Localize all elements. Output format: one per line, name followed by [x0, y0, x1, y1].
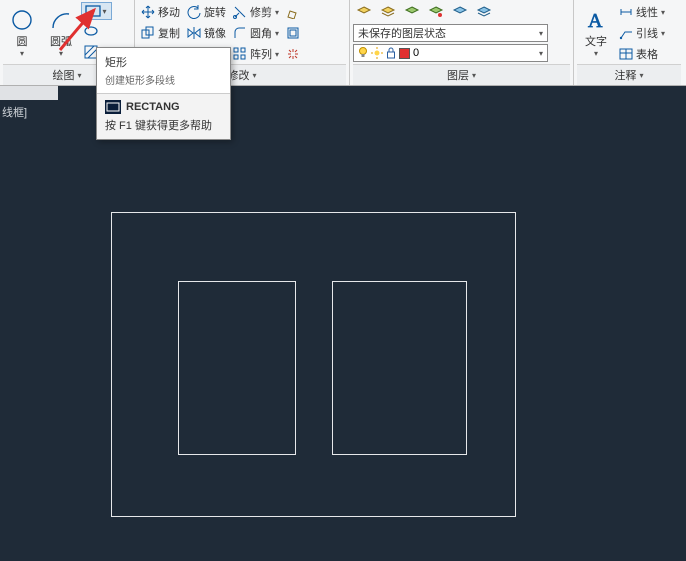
move-icon: [141, 5, 155, 19]
command-icon: [105, 100, 121, 114]
circle-label: 圆: [17, 33, 28, 49]
color-swatch: [399, 48, 410, 59]
fillet-icon: [233, 26, 247, 40]
arc-button[interactable]: 圆弧 ▾: [42, 2, 80, 64]
arc-label: 圆弧: [50, 33, 72, 49]
sun-icon: [371, 47, 383, 59]
linear-icon: [619, 5, 633, 19]
copy-icon: [141, 26, 155, 40]
shape-inner-rect-left: [178, 281, 296, 455]
arc-icon: [49, 8, 73, 32]
table-icon: [619, 47, 633, 61]
chevron-down-icon: ▾: [20, 49, 24, 58]
circle-button[interactable]: 圆 ▾: [3, 2, 41, 64]
copy-button[interactable]: 复制: [138, 23, 183, 43]
rectangle-button[interactable]: ▾: [81, 2, 112, 20]
lock-icon: [386, 47, 396, 59]
layer-btn5[interactable]: [449, 2, 471, 22]
fillet-button[interactable]: 圆角▾: [230, 23, 282, 43]
tooltip-desc: 创建矩形多段线: [105, 72, 222, 87]
layer-btn4[interactable]: [425, 2, 447, 22]
move-button[interactable]: 移动: [138, 2, 183, 22]
group-annotation: A 文字 ▾ 线性▾ 引线▾ 表格 注释▾: [574, 0, 684, 85]
leader-button[interactable]: 引线▾: [616, 23, 668, 43]
trim-icon: [233, 5, 247, 19]
chevron-down-icon: ▾: [101, 7, 108, 16]
group-label-layer[interactable]: 图层▾: [353, 64, 570, 85]
rectangle-icon: [85, 4, 101, 18]
ellipse-button[interactable]: [81, 21, 112, 41]
array-button[interactable]: 阵列▾: [230, 44, 282, 64]
modify-ext2[interactable]: [283, 23, 303, 43]
svg-text:A: A: [588, 10, 603, 32]
mirror-icon: [187, 26, 201, 40]
layer-btn1[interactable]: [353, 2, 375, 22]
circle-icon: [10, 8, 34, 32]
chevron-down-icon: ▾: [594, 49, 598, 58]
tooltip-title: 矩形: [105, 54, 222, 70]
modify-ext3[interactable]: [283, 44, 303, 64]
offset-icon: [286, 26, 300, 40]
tooltip-command: RECTANG: [126, 101, 180, 113]
layer-btn2[interactable]: [377, 2, 399, 22]
tooltip-popup: 矩形 创建矩形多段线 RECTANG 按 F1 键获得更多帮助: [96, 47, 231, 140]
shape-inner-rect-right: [332, 281, 467, 455]
trim-button[interactable]: 修剪▾: [230, 2, 282, 22]
bulb-icon: [358, 47, 368, 59]
layer-state-dropdown[interactable]: 未保存的图层状态▾: [353, 24, 548, 42]
rotate-icon: [187, 5, 201, 19]
ellipse-icon: [84, 24, 98, 38]
layer-btn3[interactable]: [401, 2, 423, 22]
text-button[interactable]: A 文字 ▾: [577, 2, 615, 64]
modify-ext1[interactable]: [283, 2, 303, 22]
rotate-button[interactable]: 旋转: [184, 2, 229, 22]
drawing-canvas[interactable]: 线框]: [0, 86, 686, 548]
leader-icon: [619, 26, 633, 40]
linear-dim-button[interactable]: 线性▾: [616, 2, 668, 22]
wireframe-label: 线框]: [2, 104, 27, 120]
mirror-button[interactable]: 镜像: [184, 23, 229, 43]
table-button[interactable]: 表格: [616, 44, 668, 64]
pencil-icon: [286, 5, 300, 19]
text-icon: A: [584, 8, 608, 32]
explode-icon: [286, 47, 300, 61]
status-truncated: [0, 86, 58, 100]
chevron-down-icon: ▾: [59, 49, 63, 58]
group-layer: 未保存的图层状态▾ 0 ▾ 图层▾: [350, 0, 574, 85]
tooltip-help: 按 F1 键获得更多帮助: [105, 117, 222, 133]
layer-btn6[interactable]: [473, 2, 495, 22]
group-label-anno[interactable]: 注释▾: [577, 64, 681, 85]
array-icon: [233, 47, 247, 61]
layer-current-dropdown[interactable]: 0 ▾: [353, 44, 548, 62]
text-label: 文字: [585, 33, 607, 49]
